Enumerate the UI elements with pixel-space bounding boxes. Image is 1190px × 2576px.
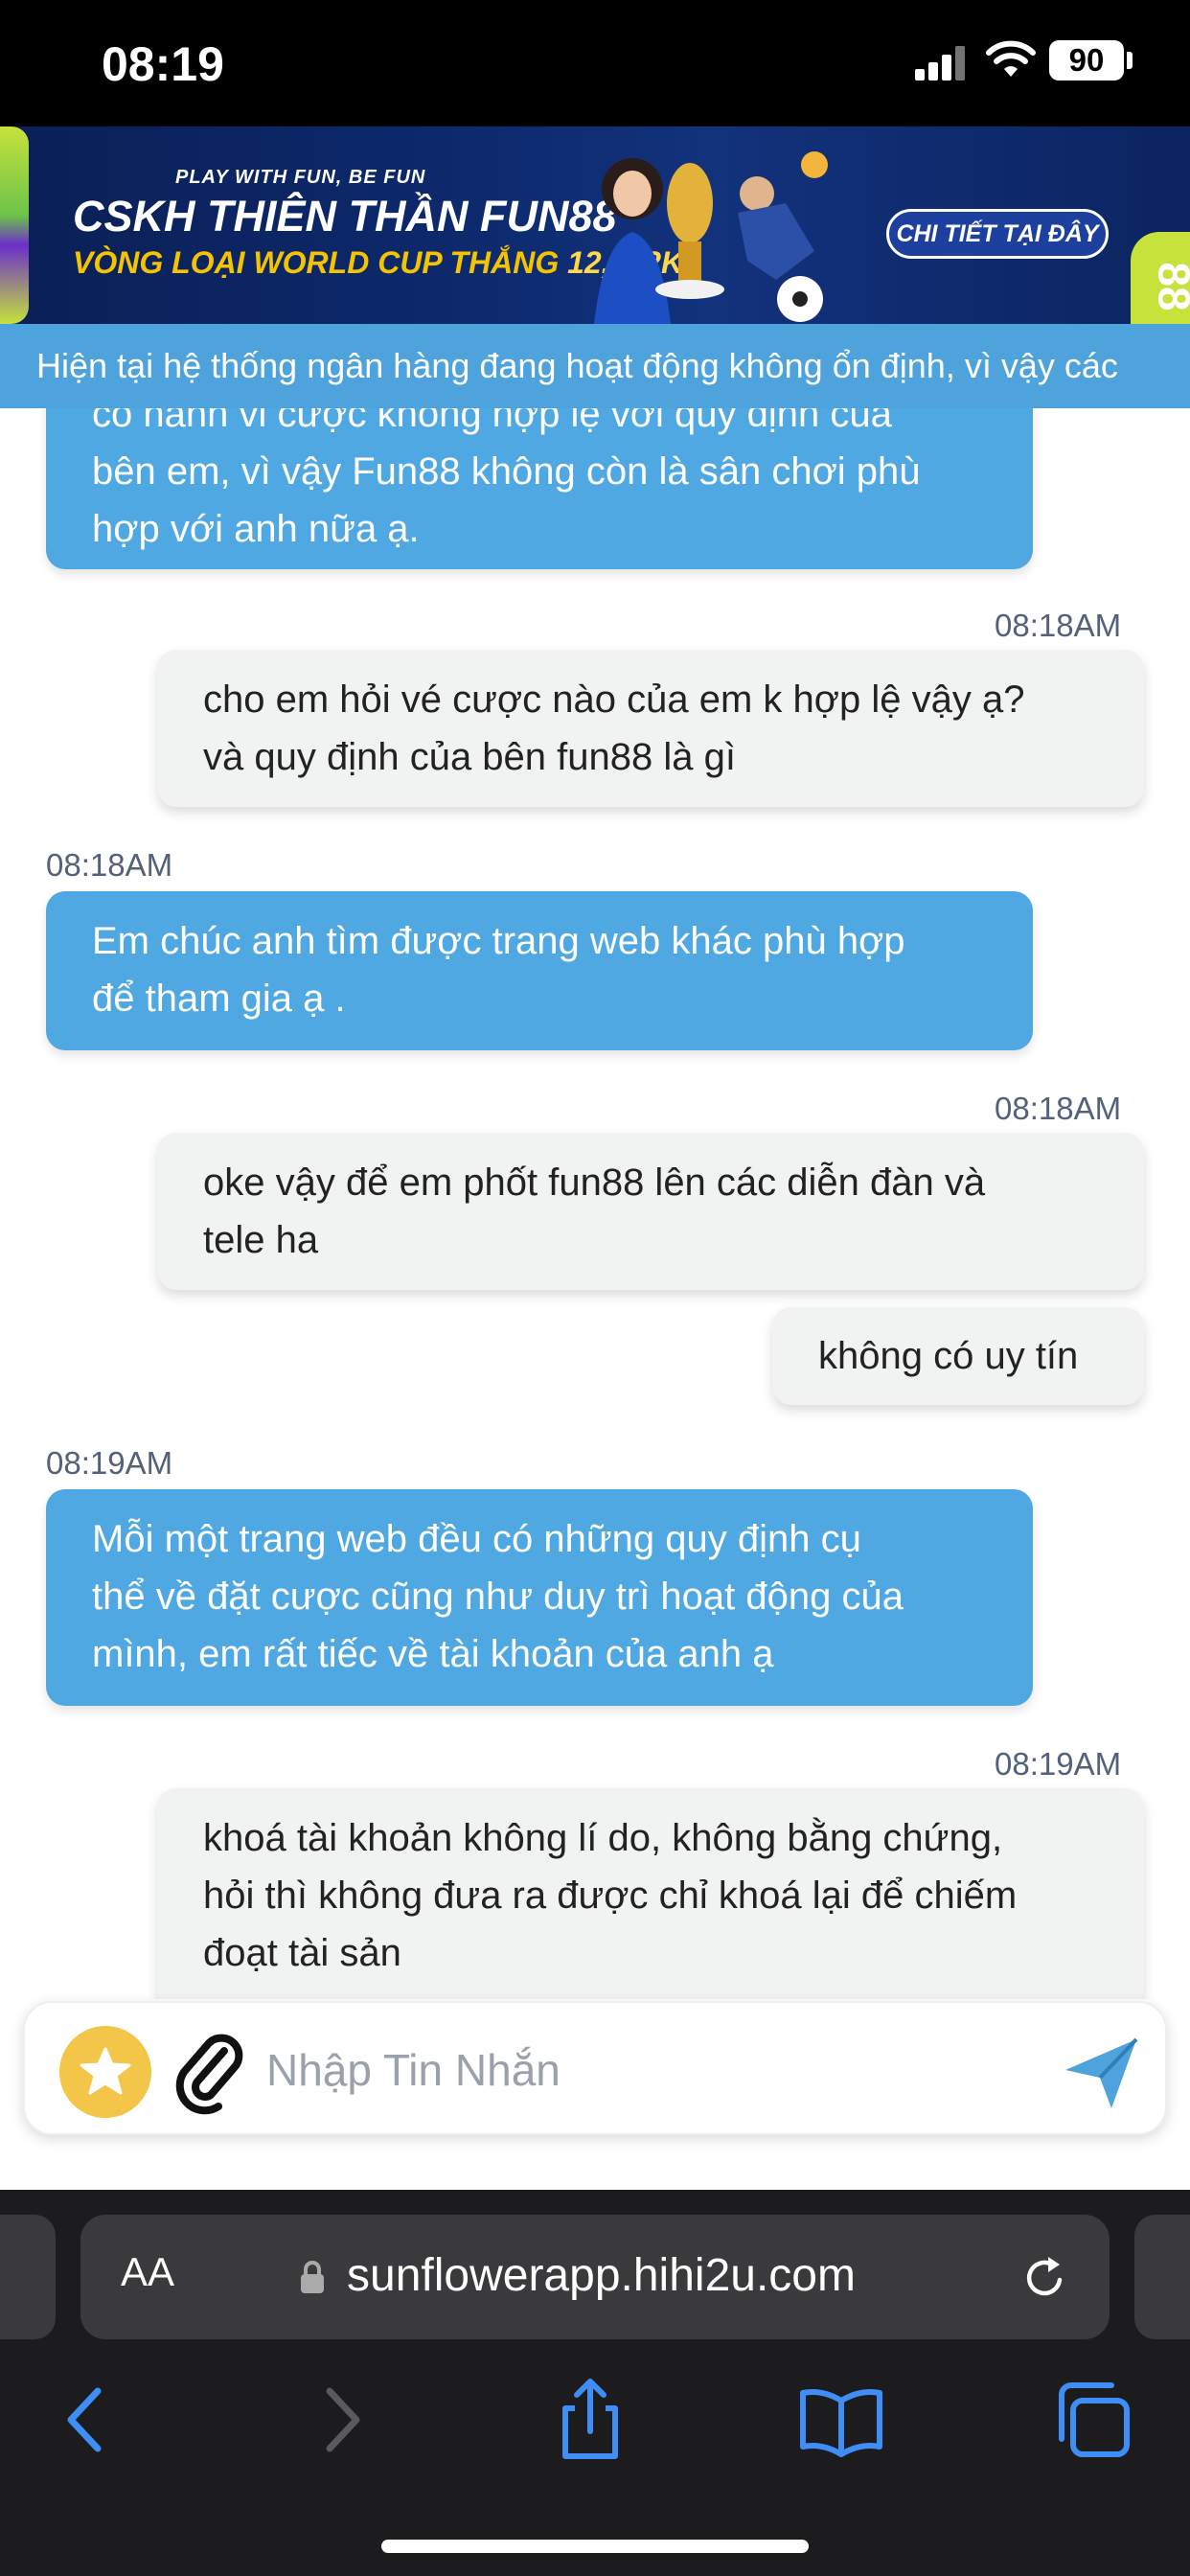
banner-left-decor xyxy=(0,126,29,324)
reader-settings-button[interactable]: AA xyxy=(121,2249,174,2295)
message-line: hợp với anh nữa ạ. xyxy=(92,508,420,550)
banner-side-logo-text: 88 xyxy=(1149,262,1190,311)
banner-subtitle-prefix: VÒNG LOẠI WORLD CUP THẮNG xyxy=(73,245,560,280)
message-outgoing: oke vậy để em phốt fun88 lên các diễn đà… xyxy=(157,1133,1144,1290)
message-timestamp: 08:19AM xyxy=(46,1445,173,1481)
back-icon[interactable] xyxy=(38,2372,134,2468)
message-timestamp: 08:18AM xyxy=(46,847,173,883)
chat-messages[interactable]: có hành vi cược không hợp lệ với quy địn… xyxy=(0,408,1190,1999)
star-icon xyxy=(80,2047,131,2095)
message-line: để tham gia ạ . xyxy=(92,978,346,1020)
message-incoming: có hành vi cược không hợp lệ với quy địn… xyxy=(46,408,1033,569)
banner-side-logo: 88 xyxy=(1131,232,1190,324)
message-line: oke vậy để em phốt fun88 lên các diễn đà… xyxy=(203,1162,986,1204)
attachment-icon[interactable] xyxy=(169,2024,245,2116)
next-tab-peek[interactable] xyxy=(1134,2215,1190,2339)
message-input[interactable] xyxy=(266,2032,1052,2108)
browser-toolbar xyxy=(0,2372,1190,2496)
status-bar: 08:19 90 xyxy=(0,0,1190,126)
battery-cap xyxy=(1127,52,1133,69)
browser-chrome: AA sunflowerapp.hihi2u.com xyxy=(0,2190,1190,2576)
bookmarks-icon[interactable] xyxy=(793,2372,889,2468)
message-incoming: Em chúc anh tìm được trang web khác phù … xyxy=(46,891,1033,1050)
message-incoming: Mỗi một trang web đều có những quy định … xyxy=(46,1489,1033,1706)
message-outgoing: khoá tài khoản không lí do, không bằng c… xyxy=(157,1788,1144,1999)
previous-tab-peek[interactable] xyxy=(0,2215,56,2339)
message-line: khoá tài khoản không lí do, không bằng c… xyxy=(203,1817,1003,1859)
message-line: đoạt tài sản xyxy=(203,1932,401,1974)
message-line: có hành vi cược không hợp lệ với quy địn… xyxy=(92,408,892,435)
message-line: bên em, vì vậy Fun88 không còn là sân ch… xyxy=(92,450,921,493)
message-line: Em chúc anh tìm được trang web khác phù … xyxy=(92,920,905,962)
message-line: cho em hỏi vé cược nào của em k hợp lệ v… xyxy=(203,678,1025,721)
notice-marquee: Hiện tại hệ thống ngân hàng đang hoạt độ… xyxy=(0,324,1190,408)
message-line: Mỗi một trang web đều có những quy định … xyxy=(92,1518,861,1560)
message-line: không có uy tín xyxy=(818,1335,1079,1377)
message-line: hỏi thì không đưa ra được chỉ khoá lại đ… xyxy=(203,1874,1018,1917)
message-line: tele ha xyxy=(203,1219,319,1261)
message-line: và quy định của bên fun88 là gì xyxy=(203,736,736,778)
message-outgoing: cho em hỏi vé cược nào của em k hợp lệ v… xyxy=(157,650,1144,807)
battery-level: 90 xyxy=(1049,40,1124,80)
message-timestamp: 08:18AM xyxy=(995,608,1122,643)
promo-banner[interactable]: PLAY WITH FUN, BE FUN CSKH THIÊN THẦN FU… xyxy=(0,126,1190,324)
forward-icon[interactable] xyxy=(293,2372,389,2468)
address-bar[interactable]: AA sunflowerapp.hihi2u.com xyxy=(80,2215,1110,2339)
message-composer xyxy=(23,2001,1167,2135)
banner-illustration xyxy=(594,151,828,324)
reload-icon[interactable] xyxy=(1018,2251,1071,2305)
wifi-icon xyxy=(986,40,1036,77)
star-button[interactable] xyxy=(59,2026,151,2118)
message-line: thể về đặt cược cũng như duy trì hoạt độ… xyxy=(92,1576,904,1618)
share-icon[interactable] xyxy=(542,2372,638,2468)
message-outgoing: không có uy tín xyxy=(772,1307,1144,1405)
home-indicator xyxy=(381,2540,809,2553)
banner-title: CSKH THIÊN THẦN FUN88 xyxy=(73,192,617,241)
tabs-icon[interactable] xyxy=(1044,2372,1140,2468)
banner-details-button[interactable]: CHI TIẾT TẠI ĐÂY xyxy=(886,209,1109,259)
send-icon[interactable] xyxy=(1060,2032,1142,2114)
banner-tagline: PLAY WITH FUN, BE FUN xyxy=(175,167,426,188)
lock-icon xyxy=(301,2261,324,2293)
message-line: mình, em rất tiếc về tài khoản của anh ạ xyxy=(92,1633,774,1675)
status-time: 08:19 xyxy=(102,37,224,91)
message-timestamp: 08:19AM xyxy=(995,1746,1122,1782)
message-timestamp: 08:18AM xyxy=(995,1091,1122,1126)
url-text: sunflowerapp.hihi2u.com xyxy=(347,2250,856,2301)
cellular-signal-icon xyxy=(915,46,967,80)
